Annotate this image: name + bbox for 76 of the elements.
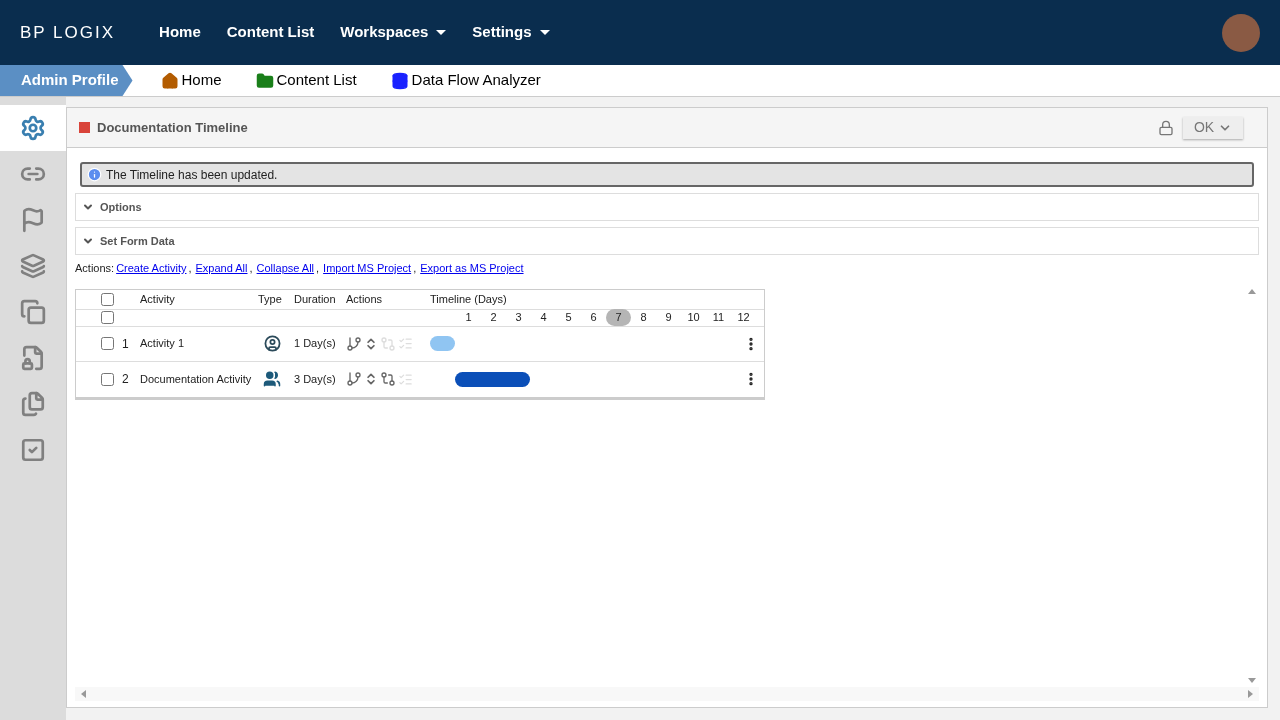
person-icon bbox=[263, 335, 281, 352]
timeline-bar[interactable] bbox=[455, 371, 530, 387]
checked-page-icon bbox=[20, 437, 46, 463]
info-message: The Timeline has been updated. bbox=[80, 162, 1254, 187]
column-header: Timeline (Days) bbox=[430, 291, 507, 307]
reorder-icon[interactable] bbox=[364, 372, 378, 386]
breadcrumb-link[interactable]: Home bbox=[160, 69, 222, 92]
avatar[interactable] bbox=[1222, 13, 1260, 52]
section-header[interactable]: Options bbox=[75, 193, 1259, 221]
day-label: 7 bbox=[606, 309, 631, 326]
separator: , bbox=[249, 261, 253, 276]
section-header[interactable]: Set Form Data bbox=[75, 227, 1259, 255]
column-header: Activity bbox=[140, 291, 176, 307]
duration: 3 Day(s) bbox=[294, 371, 337, 387]
nav-item[interactable]: Settings bbox=[472, 21, 550, 44]
nav-item[interactable]: Workspaces bbox=[340, 21, 447, 44]
branch-icon[interactable] bbox=[346, 335, 362, 352]
nav-item[interactable]: Home bbox=[159, 21, 201, 44]
checkbox[interactable] bbox=[101, 311, 114, 324]
checklist-icon[interactable] bbox=[398, 371, 413, 387]
actions-label: Actions: bbox=[75, 261, 115, 276]
day-label: 3 bbox=[514, 310, 523, 326]
day-label: 10 bbox=[686, 310, 701, 326]
horizontal-scrollbar[interactable] bbox=[75, 687, 1259, 701]
day-label: 9 bbox=[664, 310, 673, 326]
reorder-icon[interactable] bbox=[364, 336, 378, 351]
folder-icon bbox=[255, 71, 274, 90]
activity-name: Documentation Activity bbox=[140, 371, 253, 387]
form-title: Documentation Timeline bbox=[97, 118, 248, 137]
action-link[interactable]: Export as MS Project bbox=[420, 260, 524, 277]
duration: 1 Day(s) bbox=[294, 336, 337, 352]
breadcrumb-link[interactable]: Data Flow Analyzer bbox=[390, 69, 541, 92]
day-label: 4 bbox=[539, 310, 548, 326]
link-icon[interactable] bbox=[380, 371, 396, 387]
separator: , bbox=[188, 261, 192, 276]
select-all-checkbox[interactable] bbox=[101, 292, 114, 306]
action-link[interactable]: Expand All bbox=[195, 260, 248, 277]
action-link[interactable]: Collapse All bbox=[256, 260, 315, 277]
activity-name: Activity 1 bbox=[140, 336, 185, 352]
day-label: 8 bbox=[639, 310, 648, 326]
row-number: 1 bbox=[122, 335, 130, 353]
sidebar-tab[interactable] bbox=[0, 105, 66, 151]
column-header: Actions bbox=[346, 291, 384, 307]
database-icon bbox=[390, 71, 409, 90]
breadcrumb-link[interactable]: Content List bbox=[255, 69, 357, 92]
checklist-icon[interactable] bbox=[398, 336, 413, 351]
lock-icon bbox=[1158, 119, 1174, 136]
pages-icon bbox=[20, 391, 46, 417]
copy-icon bbox=[20, 299, 46, 325]
row-checkbox[interactable] bbox=[101, 372, 114, 386]
column-header: Duration bbox=[294, 291, 337, 307]
logo[interactable]: BP LOGIX bbox=[20, 19, 116, 46]
info-icon bbox=[87, 167, 102, 182]
action-link[interactable]: Import MS Project bbox=[323, 260, 412, 277]
row-number: 2 bbox=[122, 371, 130, 388]
squares-icon bbox=[20, 253, 46, 279]
day-label: 5 bbox=[564, 310, 573, 326]
nav-item[interactable]: Content List bbox=[226, 21, 315, 44]
day-label: 11 bbox=[711, 310, 726, 326]
action-link[interactable]: Create Activity bbox=[116, 260, 187, 277]
gears-icon bbox=[20, 115, 46, 141]
ok-button[interactable]: OK bbox=[1183, 116, 1243, 139]
form-icon bbox=[79, 122, 90, 133]
separator: , bbox=[413, 261, 417, 276]
locked-file-icon bbox=[20, 345, 46, 371]
home-icon bbox=[160, 71, 179, 90]
branch-icon[interactable] bbox=[346, 371, 362, 387]
flag-icon bbox=[20, 207, 46, 233]
day-label: 1 bbox=[464, 310, 473, 326]
separator: , bbox=[316, 261, 320, 276]
day-label: 12 bbox=[736, 310, 751, 326]
column-header: Type bbox=[258, 291, 283, 307]
group-icon bbox=[263, 370, 281, 388]
day-label: 2 bbox=[489, 310, 498, 326]
row-checkbox[interactable] bbox=[101, 337, 114, 350]
day-label: 6 bbox=[589, 310, 598, 326]
